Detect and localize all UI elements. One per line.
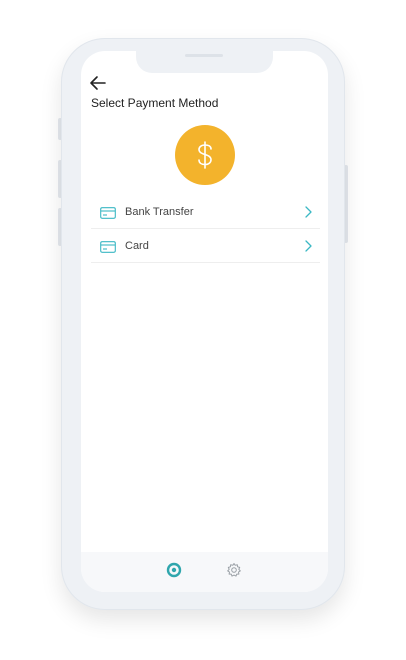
page-title: Select Payment Method — [91, 96, 219, 110]
payment-method-bank-transfer[interactable]: Bank Transfer — [91, 195, 320, 229]
payment-method-card[interactable]: Card — [91, 229, 320, 263]
arrow-left-icon[interactable] — [89, 75, 107, 91]
stage: Select Payment Method Bank Transfer Card — [0, 0, 406, 660]
payment-method-label: Bank Transfer — [125, 205, 194, 218]
payment-method-list: Bank Transfer Card — [91, 195, 320, 263]
speaker-grille — [185, 54, 223, 57]
phone-screen: Select Payment Method Bank Transfer Card — [81, 51, 328, 592]
credit-card-icon — [100, 206, 116, 219]
phone-notch — [136, 51, 273, 73]
home-circle-icon[interactable] — [166, 562, 182, 578]
settings-gear-icon[interactable] — [226, 562, 242, 578]
chevron-right-icon — [304, 239, 312, 252]
credit-card-icon — [100, 240, 116, 253]
dollar-sign-icon — [175, 125, 235, 185]
chevron-right-icon — [304, 205, 312, 218]
bottom-tab-bar — [81, 552, 328, 592]
payment-method-label: Card — [125, 239, 149, 252]
